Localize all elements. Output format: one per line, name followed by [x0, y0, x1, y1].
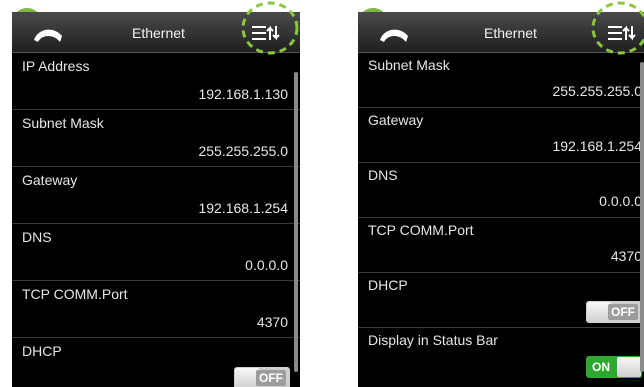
highlight-ring — [591, 1, 644, 55]
setting-value: 4370 — [256, 314, 288, 330]
setting-label: DHCP — [368, 277, 408, 293]
ethernet-screen-2: Ethernet Subnet Mask 255.255.255.0 Gatew… — [358, 12, 644, 387]
setting-value: 192.168.1.130 — [198, 86, 288, 102]
setting-label: IP Address — [22, 58, 90, 74]
setting-label: Display in Status Bar — [368, 332, 498, 348]
toggle-state: OFF — [256, 370, 286, 386]
back-arrow-icon[interactable] — [30, 22, 66, 46]
setting-value: 255.255.255.0 — [552, 83, 642, 99]
settings-list: IP Address 192.168.1.130 Subnet Mask 255… — [12, 53, 300, 387]
setting-label: Subnet Mask — [22, 115, 104, 131]
setting-row-subnet-mask[interactable]: Subnet Mask 255.255.255.0 — [358, 53, 644, 108]
setting-row-gateway[interactable]: Gateway 192.168.1.254 — [12, 167, 300, 224]
toggle-state: OFF — [608, 304, 638, 320]
toggle-state: ON — [592, 360, 610, 374]
setting-row-dns[interactable]: DNS 0.0.0.0 — [12, 224, 300, 281]
setting-row-display-status-bar: Display in Status Bar ON — [358, 328, 644, 387]
setting-value: 4370 — [610, 248, 642, 264]
dhcp-toggle[interactable]: OFF — [586, 301, 642, 323]
screen-title: Ethernet — [484, 25, 537, 41]
setting-value: 192.168.1.254 — [198, 200, 288, 216]
setting-label: DHCP — [22, 343, 62, 359]
dhcp-toggle[interactable]: OFF — [234, 367, 290, 387]
setting-label: Gateway — [22, 172, 78, 188]
setting-row-subnet-mask[interactable]: Subnet Mask 255.255.255.0 — [12, 110, 300, 167]
back-arrow-icon[interactable] — [376, 22, 412, 46]
setting-row-tcp-port[interactable]: TCP COMM.Port 4370 — [12, 281, 300, 338]
setting-value: 0.0.0.0 — [245, 257, 288, 273]
toggle-knob — [617, 357, 641, 377]
setting-row-ip-address[interactable]: IP Address 192.168.1.130 — [12, 53, 300, 110]
highlight-ring — [241, 1, 299, 55]
setting-value: 0.0.0.0 — [599, 193, 642, 209]
setting-label: DNS — [368, 167, 398, 183]
scrollbar[interactable] — [294, 72, 298, 372]
setting-label: Gateway — [368, 112, 424, 128]
setting-value: 255.255.255.0 — [198, 143, 288, 159]
setting-label: Subnet Mask — [368, 57, 450, 73]
setting-row-gateway[interactable]: Gateway 192.168.1.254 — [358, 108, 644, 163]
status-bar-toggle[interactable]: ON — [586, 356, 642, 378]
scrollbar[interactable] — [640, 62, 644, 372]
setting-label: DNS — [22, 229, 52, 245]
screen-title: Ethernet — [132, 25, 185, 41]
setting-row-dhcp: DHCP OFF — [12, 338, 300, 387]
setting-label: TCP COMM.Port — [368, 222, 474, 238]
setting-value: 192.168.1.254 — [552, 138, 642, 154]
setting-label: TCP COMM.Port — [22, 286, 128, 302]
ethernet-screen-1: Ethernet IP Address 192.168.1.130 Subnet… — [12, 12, 300, 387]
setting-row-tcp-port[interactable]: TCP COMM.Port 4370 — [358, 218, 644, 273]
setting-row-dhcp: DHCP OFF — [358, 273, 644, 328]
setting-row-dns[interactable]: DNS 0.0.0.0 — [358, 163, 644, 218]
settings-list: Subnet Mask 255.255.255.0 Gateway 192.16… — [358, 53, 644, 387]
